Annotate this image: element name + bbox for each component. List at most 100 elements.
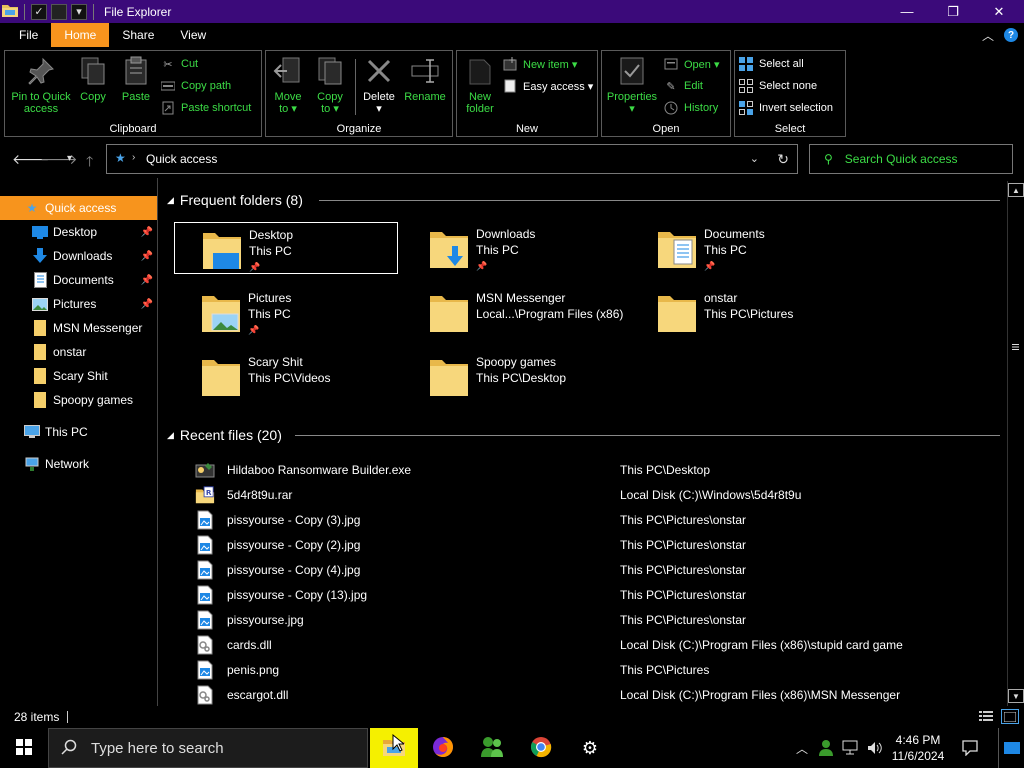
up-arrow-icon[interactable]: 🡑 [86,151,93,175]
move-to-button[interactable]: Move to ▾ [270,55,306,115]
folder-icon [198,354,244,400]
properties-quick-icon[interactable]: ✓ [31,3,47,20]
new-folder-quick-icon[interactable] [51,3,67,20]
easy-access-button[interactable]: Easy access ▾ [503,79,593,93]
volume-icon[interactable] [862,728,886,768]
pin-icon[interactable]: 📌 [141,251,153,262]
frequent-folder-tile[interactable]: onstar This PC\Pictures [630,286,854,338]
recent-file-row[interactable]: pissyourse - Copy (13).jpg This PC\Pictu… [195,582,995,607]
select-all-button[interactable]: Select all [739,57,804,71]
sidebar-item-pictures[interactable]: Pictures 📌 [0,292,157,316]
frequent-folder-tile[interactable]: Spoopy games This PC\Desktop [402,350,626,402]
new-folder-button[interactable]: New folder [461,55,499,115]
taskbar-chrome[interactable] [517,728,565,768]
status-divider [67,711,69,723]
sidebar-item-onstar[interactable]: onstar [0,340,157,364]
copy-path-button[interactable]: Copy path [161,79,231,93]
taskbar-file-explorer[interactable] [370,728,418,768]
scroll-down-arrow-icon[interactable]: ▼ [1008,689,1024,703]
recent-file-row[interactable]: Hildaboo Ransomware Builder.exe This PC\… [195,457,995,482]
details-view-icon[interactable] [979,710,993,725]
frequent-folder-tile[interactable]: MSN Messenger Local...\Program Files (x8… [402,286,626,338]
file-path: Local Disk (C:)\Program Files (x86)\MSN … [620,687,901,702]
help-icon[interactable]: ? [1004,28,1018,42]
cut-button[interactable]: ✂ Cut [161,57,198,71]
pin-icon[interactable]: 📌 [141,275,153,286]
open-button[interactable]: Open ▾ [664,57,720,71]
breadcrumb-chevron-icon[interactable]: › [132,152,135,163]
recent-file-row[interactable]: pissyourse.jpg This PC\Pictures\onstar [195,607,995,632]
show-hidden-icons-chevron-icon[interactable]: ︿ [792,728,812,768]
copy-button[interactable]: Copy [75,55,111,103]
sidebar-item-quick-access[interactable]: ★ Quick access [0,196,157,220]
tab-file[interactable]: File [6,23,51,47]
sidebar-item-network[interactable]: Network [0,452,157,476]
invert-selection-button[interactable]: Invert selection [739,101,833,115]
tab-share[interactable]: Share [109,23,167,47]
frequent-folder-tile[interactable]: Scary Shit This PC\Videos [174,350,398,402]
network-tray-icon[interactable] [838,728,862,768]
pin-icon[interactable]: 📌 [141,227,153,238]
frequent-folder-tile[interactable]: Documents This PC 📌 [630,222,854,274]
vertical-scrollbar[interactable]: ▲ ▼ [1007,181,1024,706]
scroll-up-arrow-icon[interactable]: ▲ [1008,183,1024,197]
collapse-ribbon-icon[interactable]: ︿ [982,27,994,44]
recent-files-header[interactable]: ◢ Recent files (20) [167,427,282,443]
sidebar-item-desktop[interactable]: Desktop 📌 [0,220,157,244]
recent-file-row[interactable]: pissyourse - Copy (4).jpg This PC\Pictur… [195,557,995,582]
people-icon[interactable] [814,728,838,768]
customize-toolbar-icon[interactable]: ▾ [71,3,87,20]
maximize-button[interactable]: ❐ [930,0,976,23]
sidebar-item-label: This PC [45,425,88,439]
taskbar-msn-messenger[interactable] [468,728,516,768]
address-dropdown-chevron-icon[interactable]: ⌄ [750,152,759,165]
edit-button[interactable]: ✎ Edit [664,79,703,93]
pin-icon[interactable]: 📌 [141,299,153,310]
frequent-folder-tile[interactable]: Downloads This PC 📌 [402,222,626,274]
copy-to-button[interactable]: Copy to ▾ [312,55,348,115]
recent-file-row[interactable]: penis.png This PC\Pictures [195,657,995,682]
frequent-folder-tile[interactable]: Pictures This PC 📌 [174,286,398,338]
sidebar-item-this-pc[interactable]: This PC [0,420,157,444]
sidebar-item-documents[interactable]: Documents 📌 [0,268,157,292]
paste-shortcut-button[interactable]: Paste shortcut [161,101,251,115]
pin-to-quick-access-button[interactable]: Pin to Quick access [7,55,75,115]
new-item-label: New item ▾ [523,58,578,71]
close-button[interactable]: ✕ [976,0,1022,23]
taskbar-firefox[interactable] [419,728,467,768]
system-clock[interactable]: 4:46 PM 11/6/2024 [890,732,946,764]
minimize-button[interactable]: — [884,0,930,23]
recent-locations-chevron-icon[interactable]: ▾ [67,153,72,164]
sidebar-item-scary-shit[interactable]: Scary Shit [0,364,157,388]
recent-file-row[interactable]: R 5d4r8t9u.rar Local Disk (C:)\Windows\5… [195,482,995,507]
start-button[interactable] [0,728,48,768]
action-center-icon[interactable] [956,728,984,768]
frequent-folder-tile[interactable]: Desktop This PC 📌 [174,222,398,274]
recent-file-row[interactable]: pissyourse - Copy (3).jpg This PC\Pictur… [195,507,995,532]
show-desktop-button[interactable] [998,728,1024,768]
taskbar-search-box[interactable]: Type here to search [48,728,368,768]
refresh-icon[interactable]: ↻ [777,151,789,168]
recent-file-row[interactable]: escargot.dll Local Disk (C:)\Program Fil… [195,682,995,707]
taskbar-settings[interactable]: ⚙ [566,728,614,768]
address-bar[interactable]: ★ › Quick access ⌄ ↻ [106,144,798,174]
folder-icon [32,392,48,408]
sidebar-item-downloads[interactable]: Downloads 📌 [0,244,157,268]
history-button[interactable]: History [664,101,718,115]
sidebar-item-spoopy-games[interactable]: Spoopy games [0,388,157,412]
scrollbar-thumb[interactable] [1012,339,1019,350]
tab-view[interactable]: View [167,23,219,47]
frequent-folders-header[interactable]: ◢ Frequent folders (8) [167,192,303,208]
new-item-button[interactable]: New item ▾ [503,57,577,71]
search-box[interactable]: ⚲ Search Quick access [809,144,1013,174]
select-none-button[interactable]: Select none [739,79,817,93]
properties-button[interactable]: Properties ▾ [604,55,660,115]
sidebar-item-msn-messenger[interactable]: MSN Messenger [0,316,157,340]
large-icons-view-icon[interactable] [1001,709,1019,724]
tab-home[interactable]: Home [51,23,110,47]
recent-file-row[interactable]: pissyourse - Copy (2).jpg This PC\Pictur… [195,532,995,557]
recent-file-row[interactable]: cards.dll Local Disk (C:)\Program Files … [195,632,995,657]
rename-button[interactable]: Rename [402,55,448,103]
delete-button[interactable]: Delete ▾ [360,55,398,115]
paste-button[interactable]: Paste [117,55,155,103]
